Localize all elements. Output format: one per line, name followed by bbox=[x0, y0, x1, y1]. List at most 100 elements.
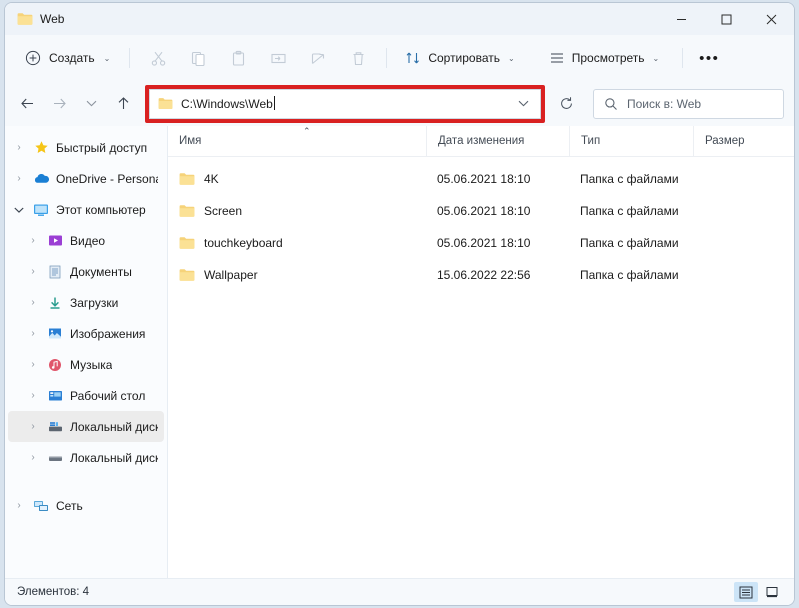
column-header-name-label: Имя bbox=[179, 135, 202, 147]
chevron-right-icon[interactable]: › bbox=[22, 359, 44, 370]
address-dropdown-chevron-icon[interactable] bbox=[510, 91, 536, 117]
table-row[interactable]: Screen 05.06.2021 18:10 Папка с файлами bbox=[168, 195, 794, 227]
toolbar-divider-2 bbox=[386, 48, 388, 68]
column-header-date-label: Дата изменения bbox=[438, 135, 525, 147]
file-explorer-window: Web Создать ⌄ Сортировать ⌄ Просмотреть … bbox=[4, 2, 795, 606]
address-path-input[interactable]: C:\Windows\Web bbox=[181, 96, 510, 111]
copy-icon[interactable] bbox=[179, 43, 217, 73]
folder-icon bbox=[179, 204, 195, 218]
sidebar-item-label: Быстрый доступ bbox=[56, 140, 148, 155]
recent-locations-button[interactable] bbox=[75, 89, 107, 119]
plus-circle-icon bbox=[25, 50, 41, 66]
chevron-down-icon: ⌄ bbox=[652, 53, 660, 63]
sort-ascending-icon: ⌃ bbox=[303, 125, 311, 136]
file-type-cell: Папка с файлами bbox=[580, 268, 679, 282]
sidebar-item-pictures[interactable]: › Изображения bbox=[8, 318, 164, 349]
list-lines-icon bbox=[549, 50, 565, 66]
sidebar-item-network[interactable]: › Сеть bbox=[8, 490, 164, 521]
table-row[interactable]: touchkeyboard 05.06.2021 18:10 Папка с ф… bbox=[168, 227, 794, 259]
chevron-down-icon: ⌄ bbox=[508, 53, 515, 63]
large-icons-view-icon[interactable] bbox=[760, 582, 784, 602]
chevron-right-icon[interactable]: › bbox=[22, 328, 44, 339]
address-bar[interactable]: C:\Windows\Web bbox=[149, 88, 541, 119]
column-header-name[interactable]: Имя ⌃ bbox=[168, 126, 426, 157]
sidebar-item-this-pc[interactable]: Этот компьютер bbox=[8, 194, 164, 225]
chevron-right-icon[interactable]: › bbox=[22, 266, 44, 277]
chevron-down-icon[interactable] bbox=[8, 206, 30, 214]
column-header-type[interactable]: Тип bbox=[569, 125, 693, 157]
file-name-text: touchkeyboard bbox=[204, 236, 283, 250]
sidebar-item-documents[interactable]: › Документы bbox=[8, 256, 164, 287]
view-button[interactable]: Просмотреть ⌄ bbox=[540, 43, 669, 73]
chevron-right-icon[interactable]: › bbox=[22, 421, 44, 432]
file-name-text: Screen bbox=[204, 204, 243, 218]
sidebar-item-label: Этот компьютер bbox=[56, 202, 146, 217]
computer-icon bbox=[30, 203, 52, 217]
minimize-button[interactable] bbox=[659, 3, 704, 35]
chevron-right-icon[interactable]: › bbox=[22, 452, 44, 463]
more-options-button[interactable]: ••• bbox=[692, 43, 726, 73]
close-button[interactable] bbox=[749, 3, 794, 35]
new-button-label: Создать bbox=[49, 51, 95, 65]
explorer-body: › Быстрый доступ › OneDrive - Personal Э… bbox=[5, 125, 794, 578]
folder-icon bbox=[17, 12, 33, 26]
refresh-button[interactable] bbox=[551, 89, 581, 119]
window-tab[interactable]: Web bbox=[5, 3, 76, 35]
new-button[interactable]: Создать ⌄ bbox=[15, 43, 120, 73]
video-icon bbox=[44, 234, 66, 247]
back-button[interactable] bbox=[11, 89, 43, 119]
text-caret bbox=[273, 96, 275, 110]
chevron-right-icon[interactable]: › bbox=[22, 390, 44, 401]
sidebar-item-label: Локальный диск ( bbox=[70, 419, 158, 434]
sidebar-item-label: Локальный диск ( bbox=[70, 450, 158, 465]
sort-button-label: Сортировать bbox=[428, 51, 501, 65]
sort-button[interactable]: Сортировать ⌄ bbox=[396, 43, 523, 73]
file-type-cell: Папка с файлами bbox=[580, 172, 679, 186]
forward-button[interactable] bbox=[43, 89, 75, 119]
file-type-cell: Папка с файлами bbox=[580, 236, 679, 250]
file-rows: 4K 05.06.2021 18:10 Папка с файлами Scre… bbox=[168, 157, 794, 578]
cut-icon[interactable] bbox=[139, 43, 177, 73]
column-header-date[interactable]: Дата изменения bbox=[426, 125, 569, 157]
table-row[interactable]: Wallpaper 15.06.2022 22:56 Папка с файла… bbox=[168, 259, 794, 291]
folder-icon bbox=[179, 236, 195, 250]
sidebar-item-local-disk-c[interactable]: › Локальный диск ( bbox=[8, 411, 164, 442]
file-name-cell: 4K bbox=[168, 172, 426, 186]
chevron-right-icon[interactable]: › bbox=[22, 235, 44, 246]
sidebar-item-label: OneDrive - Personal bbox=[56, 171, 158, 186]
file-date-cell: 05.06.2021 18:10 bbox=[437, 236, 531, 250]
search-input-placeholder[interactable]: Поиск в: Web bbox=[627, 97, 701, 111]
table-row[interactable]: 4K 05.06.2021 18:10 Папка с файлами bbox=[168, 163, 794, 195]
chevron-right-icon[interactable]: › bbox=[8, 173, 30, 184]
sidebar-item-music[interactable]: › Музыка bbox=[8, 349, 164, 380]
toolbar-divider-3 bbox=[682, 48, 684, 68]
navigation-sidebar: › Быстрый доступ › OneDrive - Personal Э… bbox=[5, 126, 168, 578]
details-view-icon[interactable] bbox=[734, 582, 758, 602]
view-button-label: Просмотреть bbox=[571, 51, 645, 65]
sidebar-item-desktop[interactable]: › Рабочий стол bbox=[8, 380, 164, 411]
sidebar-item-downloads[interactable]: › Загрузки bbox=[8, 287, 164, 318]
delete-icon[interactable] bbox=[339, 43, 377, 73]
chevron-right-icon[interactable]: › bbox=[8, 142, 30, 153]
chevron-right-icon[interactable]: › bbox=[8, 500, 30, 511]
column-header-size[interactable]: Размер bbox=[693, 125, 771, 157]
paste-icon[interactable] bbox=[219, 43, 257, 73]
tab-title: Web bbox=[40, 12, 65, 26]
sidebar-item-local-disk-d[interactable]: › Локальный диск ( bbox=[8, 442, 164, 473]
address-path-text: C:\Windows\Web bbox=[181, 97, 273, 111]
up-button[interactable] bbox=[107, 89, 139, 119]
chevron-right-icon[interactable]: › bbox=[22, 297, 44, 308]
maximize-button[interactable] bbox=[704, 3, 749, 35]
folder-icon bbox=[179, 268, 195, 282]
sidebar-item-quick-access[interactable]: › Быстрый доступ bbox=[8, 132, 164, 163]
sidebar-item-videos[interactable]: › Видео bbox=[8, 225, 164, 256]
sidebar-item-onedrive[interactable]: › OneDrive - Personal bbox=[8, 163, 164, 194]
sidebar-item-label: Музыка bbox=[70, 357, 113, 372]
item-count-label: Элементов: 4 bbox=[17, 586, 90, 598]
share-icon[interactable] bbox=[299, 43, 337, 73]
sidebar-item-label: Изображения bbox=[70, 326, 146, 341]
window-controls bbox=[659, 3, 794, 35]
search-box[interactable]: Поиск в: Web bbox=[593, 88, 784, 119]
file-type-cell: Папка с файлами bbox=[580, 204, 679, 218]
rename-icon[interactable] bbox=[259, 43, 297, 73]
